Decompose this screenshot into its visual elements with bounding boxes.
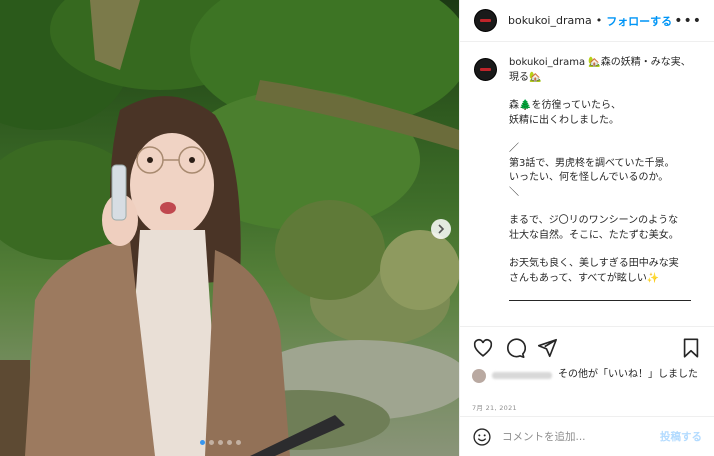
caption: bokukoi_drama 🏡森の妖精・みな実、現る🏡 森🌲を彷徨っていたら、 … bbox=[460, 42, 714, 326]
action-bar bbox=[460, 326, 714, 368]
likes-text[interactable]: その他が「いいね！」しました bbox=[558, 368, 702, 382]
post-header: bokukoi_drama • フォローする ••• bbox=[460, 0, 714, 42]
instagram-post: bokukoi_drama • フォローする ••• bokukoi_drama… bbox=[0, 0, 714, 456]
post-side-panel: bokukoi_drama • フォローする ••• bokukoi_drama… bbox=[459, 0, 714, 456]
chevron-right-icon bbox=[438, 224, 445, 234]
avatar[interactable] bbox=[474, 58, 497, 81]
share-icon[interactable] bbox=[536, 337, 558, 359]
heart-icon[interactable] bbox=[472, 337, 494, 359]
post-comment-button[interactable]: 投稿する bbox=[660, 429, 702, 444]
post-date[interactable]: 7月 21, 2021 bbox=[460, 402, 714, 412]
caption-paragraph: まるで、ジ〇リのワンシーンのような 壮大な自然。そこに、たたずむ美女。 bbox=[509, 215, 679, 241]
emoji-icon[interactable] bbox=[472, 427, 492, 447]
carousel-dot bbox=[200, 440, 205, 445]
comment-input[interactable] bbox=[502, 430, 652, 443]
header-separator: • bbox=[595, 14, 603, 27]
header-username[interactable]: bokukoi_drama bbox=[508, 14, 592, 27]
caption-paragraph: お天気も良く、美しすぎる田中みな実 さんもあって、すべてが眩しい✨ bbox=[509, 258, 679, 284]
carousel-dot bbox=[209, 440, 214, 445]
bookmark-icon[interactable] bbox=[680, 337, 702, 359]
caption-paragraph: ／ 第3話で、男虎柊を調べていた千景。 いったい、何を怪しんでいるのか。 ＼ bbox=[509, 143, 675, 198]
comment-icon[interactable] bbox=[504, 337, 526, 359]
caption-paragraph: 森🌲を彷徨っていたら、 妖精に出くわしました。 bbox=[509, 100, 621, 126]
forest-scene-image bbox=[0, 0, 459, 456]
carousel-dot bbox=[218, 440, 223, 445]
likes-summary: その他が「いいね！」しました bbox=[460, 368, 714, 398]
carousel-next-button[interactable] bbox=[431, 219, 451, 239]
caption-title-line: bokukoi_drama 🏡森の妖精・みな実、現る🏡 bbox=[509, 56, 699, 85]
post-photo[interactable] bbox=[0, 0, 459, 456]
liker-avatar[interactable] bbox=[472, 369, 486, 383]
liker-name-blurred[interactable] bbox=[492, 372, 552, 379]
comment-bar: 投稿する bbox=[460, 416, 714, 456]
carousel-dot bbox=[227, 440, 232, 445]
carousel-dot bbox=[236, 440, 241, 445]
follow-button[interactable]: フォローする bbox=[606, 13, 672, 29]
avatar[interactable] bbox=[474, 9, 497, 32]
more-options-icon[interactable]: ••• bbox=[674, 13, 702, 29]
caption-divider bbox=[509, 300, 691, 301]
carousel-indicator bbox=[200, 440, 241, 445]
caption-username[interactable]: bokukoi_drama bbox=[509, 57, 585, 68]
caption-body: bokukoi_drama 🏡森の妖精・みな実、現る🏡 森🌲を彷徨っていたら、 … bbox=[509, 56, 699, 301]
